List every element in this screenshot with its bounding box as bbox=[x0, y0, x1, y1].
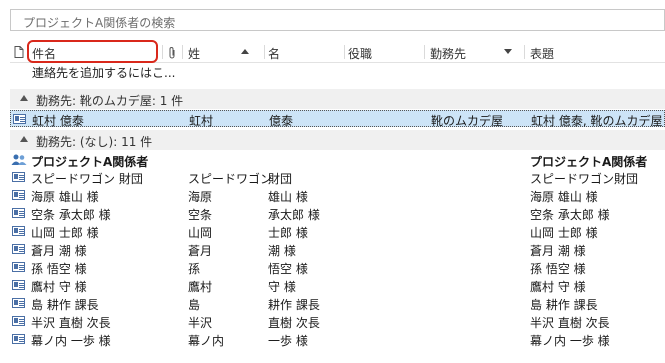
cell-company: 靴のムカデ屋 bbox=[431, 114, 504, 128]
column-first-name[interactable]: 名 bbox=[268, 45, 280, 62]
search-placeholder: プロジェクトA関係者の検索 bbox=[23, 16, 176, 30]
cell-first-name: 雄山 様 bbox=[268, 190, 308, 204]
cell-name: 虹村 億泰 bbox=[32, 114, 84, 128]
cell-title: 孫 悟空 様 bbox=[530, 262, 586, 276]
group-label: 勤務先: (なし): 11 件 bbox=[36, 135, 153, 149]
cell-title: 山岡 士郎 様 bbox=[530, 226, 598, 240]
column-position[interactable]: 役職 bbox=[348, 45, 372, 62]
document-icon[interactable] bbox=[14, 46, 24, 61]
column-divider[interactable] bbox=[424, 45, 425, 59]
cell-name: 海原 雄山 様 bbox=[31, 190, 99, 204]
table-row[interactable]: 半沢 直樹 次長 半沢 直樹 次長 半沢 直樹 次長 bbox=[10, 313, 665, 330]
table-row[interactable]: 孫 悟空 様 孫 悟空 様 孫 悟空 様 bbox=[10, 259, 665, 276]
collapse-arrow-icon[interactable] bbox=[20, 95, 28, 101]
filter-dropdown-icon[interactable] bbox=[504, 49, 512, 54]
table-row[interactable]: 山岡 士郎 様 山岡 士郎 様 山岡 士郎 様 bbox=[10, 223, 665, 240]
sort-ascending-icon bbox=[241, 49, 249, 54]
cell-first-name: 承太郎 様 bbox=[268, 208, 320, 222]
table-row[interactable]: 幕ノ内 一歩 様 幕ノ内 一歩 様 幕ノ内 一歩 様 bbox=[10, 331, 665, 348]
cell-name: 山岡 士郎 様 bbox=[31, 226, 99, 240]
contact-card-icon bbox=[12, 316, 25, 326]
contact-card-icon bbox=[12, 244, 25, 254]
contact-card-icon bbox=[12, 298, 25, 308]
column-divider[interactable] bbox=[344, 45, 345, 59]
cell-first-name: 億泰 bbox=[269, 114, 294, 128]
cell-name: 幕ノ内 一歩 様 bbox=[31, 334, 111, 348]
cell-last-name: 孫 bbox=[188, 262, 201, 276]
cell-last-name: スピードワゴン bbox=[188, 172, 273, 186]
table-row[interactable]: 蒼月 潮 様 蒼月 潮 様 蒼月 潮 様 bbox=[10, 241, 665, 258]
column-divider[interactable] bbox=[264, 45, 265, 59]
contact-card-icon bbox=[12, 280, 25, 290]
cell-name: 島 耕作 課長 bbox=[31, 298, 99, 312]
cell-first-name: 悟空 様 bbox=[268, 262, 308, 276]
cell-first-name: 直樹 次長 bbox=[268, 316, 320, 330]
cell-title: 海原 雄山 様 bbox=[530, 190, 598, 204]
cell-name: 空条 承太郎 様 bbox=[31, 208, 111, 222]
table-row[interactable]: 鷹村 守 様 鷹村 守 様 鷹村 守 様 bbox=[10, 277, 665, 294]
cell-name: 鷹村 守 様 bbox=[31, 280, 87, 294]
contact-card-icon bbox=[12, 226, 25, 236]
cell-title: 蒼月 潮 様 bbox=[530, 244, 586, 258]
column-divider[interactable] bbox=[524, 45, 525, 59]
table-row[interactable]: 空条 承太郎 様 空条 承太郎 様 空条 承太郎 様 bbox=[10, 205, 665, 222]
contact-group-icon bbox=[11, 154, 27, 166]
group-label: 勤務先: 靴のムカデ屋: 1 件 bbox=[36, 94, 184, 108]
add-contact-row[interactable]: 連絡先を追加するにはこ... bbox=[32, 64, 175, 81]
cell-last-name: 鷹村 bbox=[188, 280, 213, 294]
column-last-name[interactable]: 姓 bbox=[188, 45, 200, 62]
collapse-arrow-icon[interactable] bbox=[20, 136, 28, 142]
cell-title: 半沢 直樹 次長 bbox=[530, 316, 610, 330]
search-input[interactable]: プロジェクトA関係者の検索 bbox=[10, 9, 665, 31]
cell-name: 半沢 直樹 次長 bbox=[31, 316, 111, 330]
contact-card-icon bbox=[12, 262, 25, 272]
cell-title: 幕ノ内 一歩 様 bbox=[530, 334, 610, 348]
table-row[interactable]: プロジェクトA関係者 プロジェクトA関係者 bbox=[10, 152, 665, 169]
cell-last-name: 島 bbox=[188, 298, 201, 312]
cell-last-name: 幕ノ内 bbox=[188, 334, 225, 348]
contact-card-icon bbox=[12, 172, 25, 182]
cell-title: 空条 承太郎 様 bbox=[530, 208, 610, 222]
contact-card-icon bbox=[12, 190, 25, 200]
column-title[interactable]: 表題 bbox=[530, 45, 554, 62]
cell-name: 孫 悟空 様 bbox=[31, 262, 87, 276]
group-header-none[interactable]: 勤務先: (なし): 11 件 bbox=[10, 130, 665, 150]
cell-title: スピードワゴン財団 bbox=[530, 172, 639, 186]
group-header-company[interactable]: 勤務先: 靴のムカデ屋: 1 件 bbox=[10, 89, 665, 109]
contact-card-icon bbox=[13, 114, 26, 124]
column-divider[interactable] bbox=[162, 45, 163, 59]
table-row[interactable]: スピードワゴン 財団 スピードワゴン 財団 スピードワゴン財団 bbox=[10, 169, 665, 186]
cell-last-name: 海原 bbox=[188, 190, 213, 204]
cell-first-name: 財団 bbox=[268, 172, 293, 186]
contact-card-icon bbox=[12, 208, 25, 218]
cell-title: プロジェクトA関係者 bbox=[530, 155, 648, 169]
cell-title: 虹村 億泰, 靴のムカデ屋 bbox=[531, 114, 663, 128]
column-header: 件名 姓 名 役職 勤務先 表題 bbox=[10, 40, 665, 63]
cell-first-name: 一歩 様 bbox=[268, 334, 308, 348]
column-subject[interactable]: 件名 bbox=[32, 45, 56, 62]
cell-first-name: 守 様 bbox=[268, 280, 296, 294]
cell-last-name: 半沢 bbox=[188, 316, 213, 330]
cell-title: 鷹村 守 様 bbox=[530, 280, 586, 294]
cell-last-name: 空条 bbox=[188, 208, 213, 222]
cell-first-name: 耕作 課長 bbox=[268, 298, 320, 312]
cell-last-name: 蒼月 bbox=[188, 244, 213, 258]
column-company[interactable]: 勤務先 bbox=[430, 45, 466, 62]
contact-card-icon bbox=[12, 334, 25, 344]
cell-name: スピードワゴン 財団 bbox=[31, 172, 143, 186]
table-row[interactable]: 虹村 億泰 虹村 億泰 靴のムカデ屋 虹村 億泰, 靴のムカデ屋 bbox=[10, 110, 665, 128]
cell-last-name: 山岡 bbox=[188, 226, 213, 240]
table-row[interactable]: 島 耕作 課長 島 耕作 課長 島 耕作 課長 bbox=[10, 295, 665, 312]
cell-last-name: 虹村 bbox=[189, 114, 214, 128]
column-divider[interactable] bbox=[182, 45, 183, 59]
cell-title: 島 耕作 課長 bbox=[530, 298, 598, 312]
table-row[interactable]: 海原 雄山 様 海原 雄山 様 海原 雄山 様 bbox=[10, 187, 665, 204]
cell-name: プロジェクトA関係者 bbox=[31, 155, 149, 169]
cell-first-name: 士郎 様 bbox=[268, 226, 308, 240]
cell-name: 蒼月 潮 様 bbox=[31, 244, 87, 258]
cell-first-name: 潮 様 bbox=[268, 244, 296, 258]
attachment-icon[interactable] bbox=[168, 46, 176, 62]
